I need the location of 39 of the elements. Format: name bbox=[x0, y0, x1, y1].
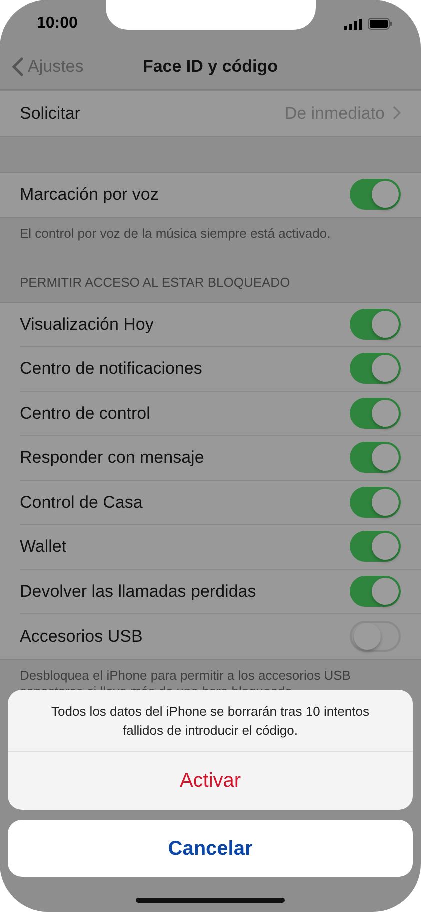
action-sheet-message: Todos los datos del iPhone se borrarán tras 10 intentos fallidos de introducir el código. bbox=[8, 690, 413, 752]
settings-row[interactable]: Responder con mensaje bbox=[0, 436, 421, 480]
toggle-switch[interactable] bbox=[350, 308, 401, 340]
settings-row[interactable]: Devolver las llamadas perdidas bbox=[0, 570, 421, 614]
chevron-icon bbox=[393, 106, 401, 120]
section-footer: El control por voz de la música siempre está activado. bbox=[0, 218, 421, 242]
signal-icon bbox=[344, 18, 362, 30]
settings-row[interactable]: Accesorios USB bbox=[0, 614, 421, 658]
row-label: Devolver las llamadas perdidas bbox=[20, 580, 256, 602]
settings-row[interactable]: Centro de control bbox=[0, 392, 421, 436]
settings-row[interactable]: Marcación por voz bbox=[0, 172, 421, 217]
toggle-switch[interactable] bbox=[350, 442, 401, 474]
settings-row[interactable]: Centro de notificaciones bbox=[0, 347, 421, 392]
page-title: Face ID y código bbox=[142, 56, 278, 78]
settings-row[interactable]: Visualización Hoy bbox=[0, 302, 421, 347]
toggle-switch[interactable] bbox=[350, 576, 401, 607]
row-label: Marcación por voz bbox=[20, 184, 159, 206]
settings-row[interactable]: Control de Casa bbox=[0, 480, 421, 525]
row-label: Centro de control bbox=[20, 402, 150, 424]
action-button[interactable]: Activar bbox=[8, 752, 413, 810]
row-label: Responder con mensaje bbox=[20, 447, 204, 469]
status-time: 10:00 bbox=[37, 14, 78, 34]
battery-icon bbox=[368, 18, 393, 30]
cancel-button[interactable]: Cancelar bbox=[8, 820, 413, 877]
row-label: Visualización Hoy bbox=[20, 314, 154, 336]
toggle-switch[interactable] bbox=[350, 531, 401, 562]
toggle-switch[interactable] bbox=[350, 398, 401, 429]
row-label: Control de Casa bbox=[20, 492, 143, 514]
row-label: Accesorios USB bbox=[20, 626, 143, 648]
toggle-switch[interactable] bbox=[350, 353, 401, 384]
row-label: Centro de notificaciones bbox=[20, 358, 202, 380]
section-header: PERMITIR ACCESO AL ESTAR BLOQUEADO bbox=[19, 274, 292, 292]
back-chevron-icon bbox=[12, 56, 24, 76]
toggle-switch[interactable] bbox=[350, 179, 401, 210]
toggle-switch[interactable] bbox=[350, 486, 401, 518]
row-label: Solicitar bbox=[20, 102, 80, 124]
row-label: Wallet bbox=[20, 536, 67, 558]
toggle-switch[interactable] bbox=[350, 620, 401, 652]
settings-row[interactable]: Wallet bbox=[0, 525, 421, 570]
